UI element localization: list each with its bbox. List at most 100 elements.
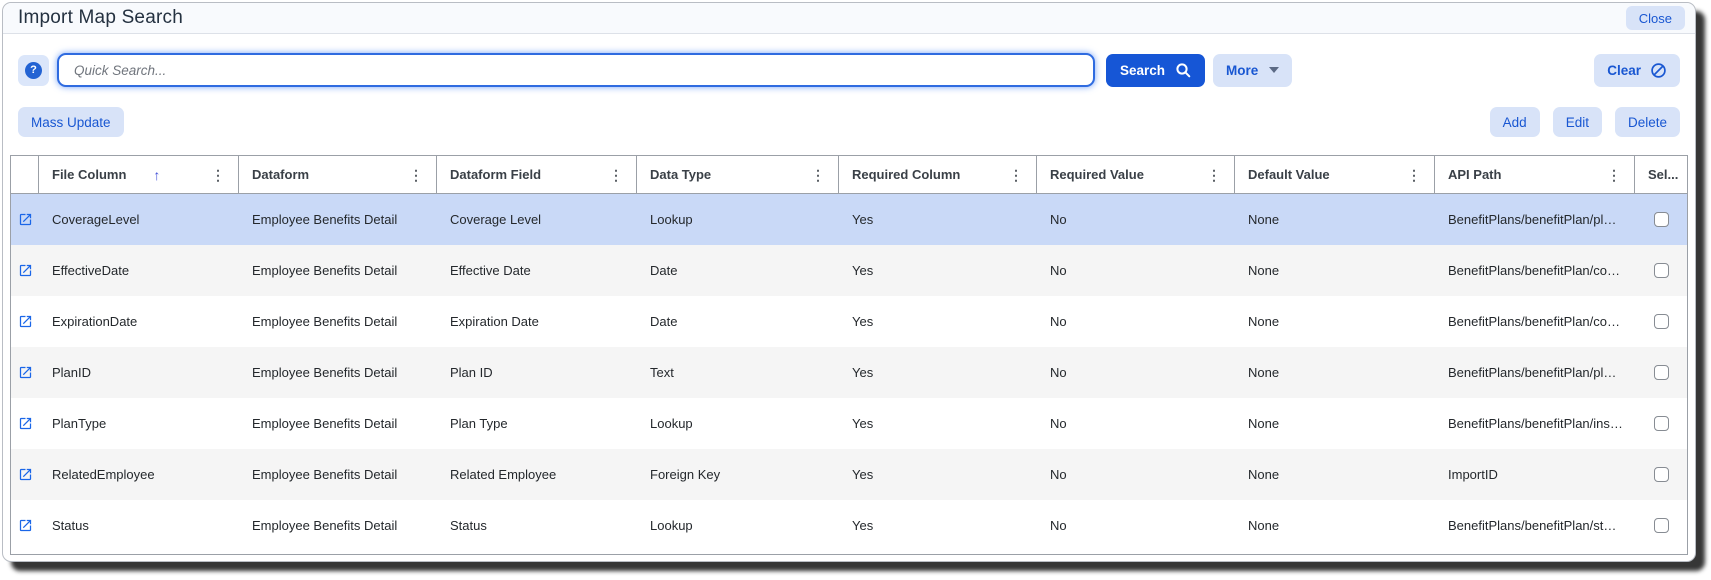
cell-default-value: None <box>1248 518 1280 533</box>
cell-file-column: EffectiveDate <box>52 263 130 278</box>
column-header-label: Default Value <box>1248 167 1330 182</box>
table-actions-toolbar: Mass Update Add Edit Delete <box>3 97 1695 137</box>
add-button[interactable]: Add <box>1489 107 1540 137</box>
cell-required-column: Yes <box>852 518 874 533</box>
table-row[interactable]: PlanType Employee Benefits Detail Plan Typ… <box>11 398 1687 449</box>
cell-required-column: Yes <box>852 212 874 227</box>
cell-dataform: Employee Benefits Detail <box>252 416 398 431</box>
select-cell <box>1635 416 1687 431</box>
cell-default-value: None <box>1248 212 1280 227</box>
table-row[interactable]: RelatedEmployee Employee Benefits Detail R… <box>11 449 1687 500</box>
edit-button[interactable]: Edit <box>1552 107 1602 137</box>
column-menu-icon[interactable]: ⋮ <box>1204 166 1224 184</box>
open-record-cell <box>11 416 39 431</box>
cell-required-value: No <box>1050 365 1067 380</box>
cell-file-column: PlanType <box>52 416 107 431</box>
cell-dataform-field: Expiration Date <box>450 314 539 329</box>
cell-api-path: BenefitPlans/benefitPlan/coverageS... <box>1448 263 1635 278</box>
column-menu-icon[interactable]: ⋮ <box>406 166 426 184</box>
search-icon <box>1176 63 1191 78</box>
table-row[interactable]: PlanID Employee Benefits Detail Plan ID Tex… <box>11 347 1687 398</box>
cell-data-type: Text <box>650 365 674 380</box>
select-cell <box>1635 212 1687 227</box>
row-select-checkbox[interactable] <box>1653 314 1669 329</box>
cell-required-value: No <box>1050 467 1067 482</box>
open-record-cell <box>11 212 39 227</box>
table-row[interactable]: ExpirationDate Employee Benefits Detail Ex… <box>11 296 1687 347</box>
select-cell <box>1635 365 1687 380</box>
column-header-label: Dataform <box>252 167 310 182</box>
open-in-new-icon[interactable] <box>18 518 33 533</box>
open-in-new-icon[interactable] <box>18 416 33 431</box>
column-menu-icon[interactable]: ⋮ <box>1006 166 1026 184</box>
open-in-new-icon[interactable] <box>18 365 33 380</box>
column-header-data-type[interactable]: Data Type ⋮ <box>637 156 839 193</box>
cell-data-type: Date <box>650 314 678 329</box>
cell-default-value: None <box>1248 416 1280 431</box>
cell-required-value: No <box>1050 518 1067 533</box>
cell-file-column: CoverageLevel <box>52 212 140 227</box>
search-input[interactable] <box>57 53 1095 87</box>
cell-dataform: Employee Benefits Detail <box>252 212 398 227</box>
select-cell <box>1635 263 1687 278</box>
cell-api-path: BenefitPlans/benefitPlan/status <box>1448 518 1628 533</box>
column-header-required-column[interactable]: Required Column ⋮ <box>839 156 1037 193</box>
row-select-checkbox[interactable] <box>1653 212 1669 227</box>
cell-required-value: No <box>1050 314 1067 329</box>
delete-button[interactable]: Delete <box>1614 107 1680 137</box>
cell-api-path: BenefitPlans/benefitPlan/coverageE... <box>1448 314 1635 329</box>
column-header-dataform[interactable]: Dataform ⋮ <box>239 156 437 193</box>
row-select-checkbox[interactable] <box>1653 467 1669 482</box>
close-button[interactable]: Close <box>1625 6 1685 30</box>
column-menu-icon[interactable]: ⋮ <box>808 166 828 184</box>
column-menu-icon[interactable]: ⋮ <box>208 166 228 184</box>
search-toolbar: ? Search More Clear <box>3 34 1695 97</box>
column-header-api-path[interactable]: API Path ⋮ <box>1435 156 1635 193</box>
table-row[interactable]: Status Employee Benefits Detail Status Look… <box>11 500 1687 551</box>
cell-file-column: ExpirationDate <box>52 314 138 329</box>
column-header-label: Data Type <box>650 167 712 182</box>
open-in-new-icon[interactable] <box>18 212 33 227</box>
open-in-new-icon[interactable] <box>18 263 33 278</box>
more-button[interactable]: More <box>1213 53 1293 87</box>
cell-data-type: Lookup <box>650 212 693 227</box>
table-row[interactable]: CoverageLevel Employee Benefits Detail Cov… <box>11 194 1687 245</box>
clear-button[interactable]: Clear <box>1594 53 1680 87</box>
more-button-label: More <box>1226 62 1259 78</box>
column-header-sel[interactable]: Sel... <box>1635 156 1687 193</box>
cell-file-column: RelatedEmployee <box>52 467 155 482</box>
cell-required-column: Yes <box>852 416 874 431</box>
cell-dataform-field: Status <box>450 518 487 533</box>
column-header-default-value[interactable]: Default Value ⋮ <box>1235 156 1435 193</box>
row-select-checkbox[interactable] <box>1653 518 1669 533</box>
column-header-label: File Column <box>52 167 127 182</box>
row-select-checkbox[interactable] <box>1653 263 1669 278</box>
table-row[interactable]: EffectiveDate Employee Benefits Detail Eff… <box>11 245 1687 296</box>
sort-ascending-icon: ↑ <box>153 166 161 183</box>
column-header-label: Required Value <box>1050 167 1144 182</box>
column-menu-icon[interactable]: ⋮ <box>1404 166 1424 184</box>
column-header-label: Sel... <box>1648 167 1679 182</box>
column-header-dataform-field[interactable]: Dataform Field ⋮ <box>437 156 637 193</box>
open-record-cell <box>11 365 39 380</box>
column-menu-icon[interactable]: ⋮ <box>606 166 626 184</box>
cell-default-value: None <box>1248 467 1280 482</box>
row-select-checkbox[interactable] <box>1653 365 1669 380</box>
cell-file-column: PlanID <box>52 365 92 380</box>
help-button[interactable]: ? <box>18 54 49 86</box>
cell-data-type: Lookup <box>650 416 693 431</box>
select-cell <box>1635 467 1687 482</box>
row-select-checkbox[interactable] <box>1653 416 1669 431</box>
table-header-row: File Column ↑ ⋮ Dataform ⋮ Dataform Field ⋮ Dat… <box>11 156 1687 194</box>
open-in-new-icon[interactable] <box>18 314 33 329</box>
column-header-row-open[interactable] <box>11 156 39 193</box>
column-header-file-column[interactable]: File Column ↑ ⋮ <box>39 156 239 193</box>
open-in-new-icon[interactable] <box>18 467 33 482</box>
mass-update-button[interactable]: Mass Update <box>18 107 124 137</box>
cell-data-type: Foreign Key <box>650 467 721 482</box>
column-header-required-value[interactable]: Required Value ⋮ <box>1037 156 1235 193</box>
import-map-search-dialog: Import Map Search Close ? Search More Cl… <box>2 2 1696 562</box>
search-button[interactable]: Search <box>1106 53 1206 87</box>
column-menu-icon[interactable]: ⋮ <box>1604 166 1624 184</box>
column-header-label: Dataform Field <box>450 167 542 182</box>
